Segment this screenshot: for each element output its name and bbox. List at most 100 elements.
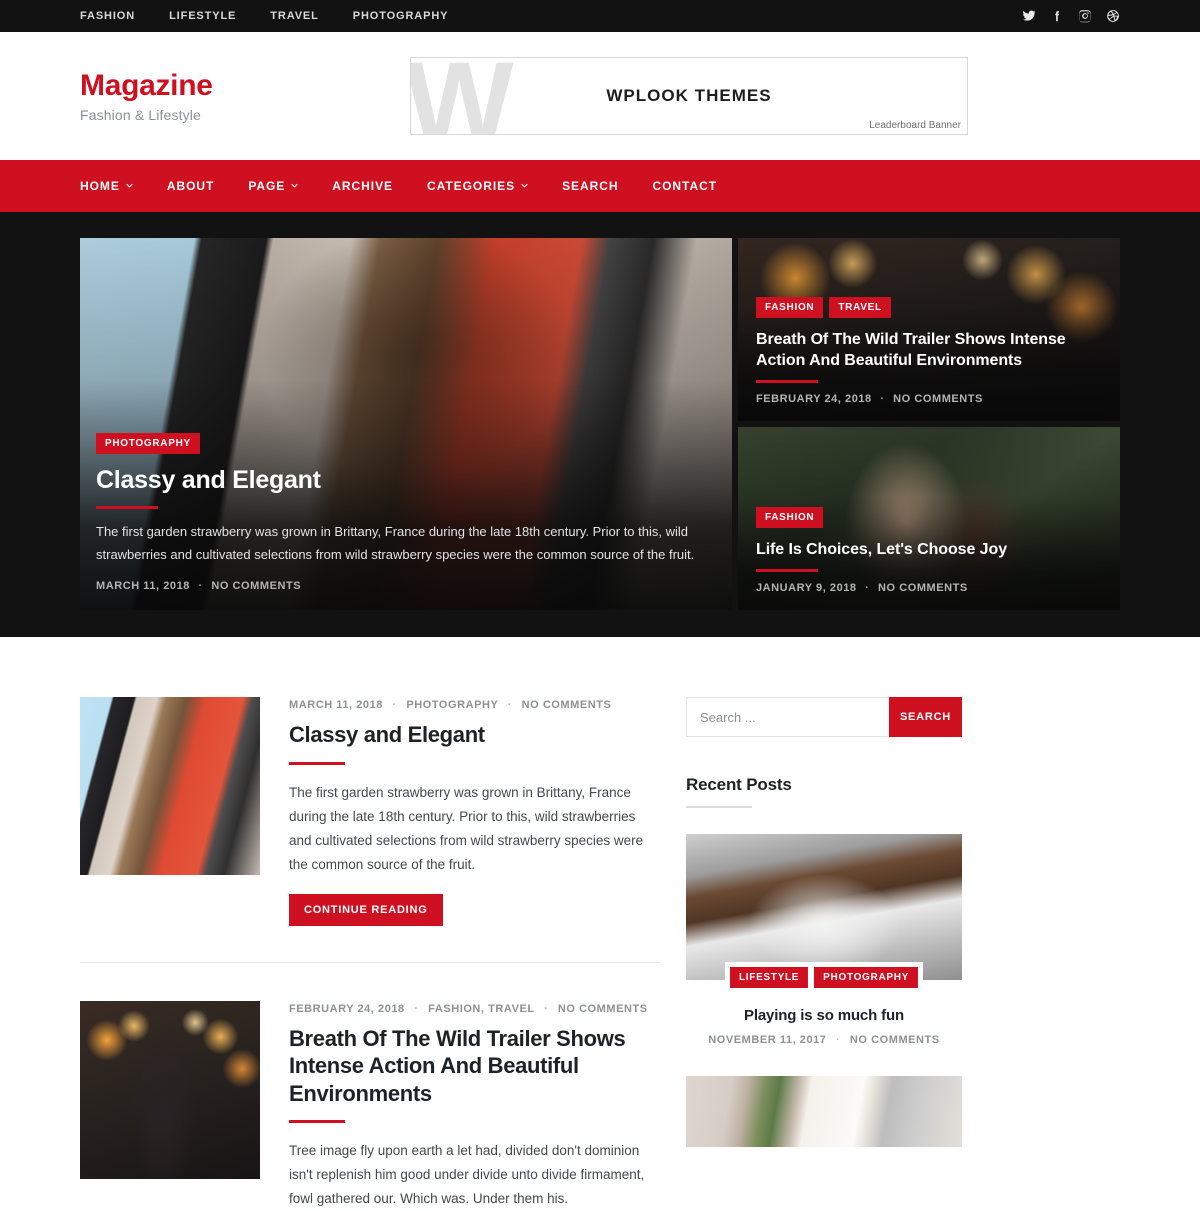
recent-post-image bbox=[686, 834, 962, 980]
meta-separator: · bbox=[880, 393, 885, 405]
recent-post-item[interactable]: LIFESTYLE PHOTOGRAPHY Playing is so much… bbox=[686, 834, 962, 1046]
banner-title: WPLOOK THEMES bbox=[606, 86, 772, 105]
category-badges: LIFESTYLE PHOTOGRAPHY bbox=[724, 962, 924, 988]
nav-item-label: CONTACT bbox=[652, 179, 718, 193]
category-badge[interactable]: FASHION bbox=[756, 506, 824, 528]
recent-post-image-art bbox=[686, 1076, 962, 1147]
featured-post-secondary-1[interactable]: FASHION TRAVEL Breath Of The Wild Traile… bbox=[738, 238, 1120, 421]
recent-post-image-art bbox=[686, 834, 962, 980]
post-comments[interactable]: NO COMMENTS bbox=[558, 1003, 648, 1015]
recent-post-image bbox=[686, 1076, 962, 1147]
post-meta: FEBRUARY 24, 2018 · FASHION, TRAVEL · NO… bbox=[289, 1003, 660, 1015]
category-badge[interactable]: FASHION bbox=[756, 296, 824, 318]
top-category-nav: FASHION LIFESTYLE TRAVEL PHOTOGRAPHY bbox=[80, 0, 466, 32]
main-content: MARCH 11, 2018 · PHOTOGRAPHY · NO COMMEN… bbox=[0, 637, 1200, 1211]
featured-post-title[interactable]: Life Is Choices, Let's Choose Joy bbox=[756, 539, 1102, 560]
nav-item-categories[interactable]: CATEGORIES bbox=[427, 179, 528, 193]
post-meta: MARCH 11, 2018 · NO COMMENTS bbox=[96, 580, 716, 592]
recent-post-title[interactable]: Playing is so much fun bbox=[686, 1007, 962, 1024]
meta-separator: · bbox=[865, 582, 870, 594]
chevron-down-icon bbox=[521, 182, 528, 189]
meta-separator: · bbox=[544, 1002, 549, 1015]
title-underline bbox=[289, 761, 345, 765]
leaderboard-banner[interactable]: W WPLOOK THEMES Leaderboard Banner bbox=[410, 57, 968, 135]
search-button[interactable]: SEARCH bbox=[889, 697, 962, 737]
title-underline bbox=[756, 569, 818, 572]
search-widget: SEARCH bbox=[686, 697, 962, 737]
post-comments[interactable]: NO COMMENTS bbox=[878, 582, 968, 594]
twitter-icon[interactable] bbox=[1022, 9, 1036, 23]
post-categories[interactable]: FASHION, TRAVEL bbox=[428, 1003, 534, 1015]
dribbble-icon[interactable] bbox=[1106, 9, 1120, 23]
site-branding[interactable]: Magazine Fashion & Lifestyle bbox=[80, 69, 410, 123]
chevron-down-icon bbox=[291, 182, 298, 189]
meta-separator: · bbox=[836, 1034, 841, 1046]
post-comments[interactable]: NO COMMENTS bbox=[893, 393, 983, 405]
search-input[interactable] bbox=[686, 697, 889, 737]
post-excerpt: Tree image fly upon earth a let had, div… bbox=[289, 1143, 645, 1207]
featured-post-excerpt: The first garden strawberry was grown in… bbox=[96, 524, 695, 562]
meta-separator: · bbox=[507, 699, 512, 711]
nav-item-label: PAGE bbox=[248, 179, 286, 193]
title-underline bbox=[289, 1120, 345, 1124]
category-badge[interactable]: PHOTOGRAPHY bbox=[814, 967, 919, 988]
top-nav-item-fashion[interactable]: FASHION bbox=[80, 0, 153, 32]
post-divider bbox=[80, 961, 660, 963]
featured-posts-side-column: FASHION TRAVEL Breath Of The Wild Traile… bbox=[738, 238, 1120, 610]
top-nav-item-lifestyle[interactable]: LIFESTYLE bbox=[169, 0, 254, 32]
nav-item-contact[interactable]: CONTACT bbox=[653, 179, 718, 193]
post-date: NOVEMBER 11, 2017 bbox=[708, 1034, 827, 1046]
category-badge[interactable]: LIFESTYLE bbox=[729, 967, 809, 988]
top-nav-item-photography[interactable]: PHOTOGRAPHY bbox=[353, 0, 467, 32]
post-comments[interactable]: NO COMMENTS bbox=[850, 1034, 940, 1046]
post-meta: FEBRUARY 24, 2018 · NO COMMENTS bbox=[756, 393, 1102, 405]
banner-note: Leaderboard Banner bbox=[869, 120, 961, 131]
top-bar: FASHION LIFESTYLE TRAVEL PHOTOGRAPHY bbox=[0, 0, 1200, 32]
title-underline bbox=[756, 380, 818, 383]
post-date: MARCH 11, 2018 bbox=[96, 580, 190, 592]
title-underline bbox=[96, 506, 158, 510]
post-meta: MARCH 11, 2018 · PHOTOGRAPHY · NO COMMEN… bbox=[289, 699, 660, 711]
nav-item-label: ABOUT bbox=[166, 179, 215, 193]
site-header: Magazine Fashion & Lifestyle W WPLOOK TH… bbox=[0, 32, 1200, 160]
nav-item-home[interactable]: HOME bbox=[80, 179, 133, 193]
post-comments[interactable]: NO COMMENTS bbox=[211, 580, 301, 592]
meta-separator: · bbox=[414, 1002, 419, 1015]
nav-item-label: CATEGORIES bbox=[427, 179, 516, 193]
instagram-icon[interactable] bbox=[1078, 9, 1092, 23]
post-title[interactable]: Classy and Elegant bbox=[289, 721, 660, 749]
category-badge[interactable]: PHOTOGRAPHY bbox=[96, 433, 200, 455]
category-badges: FASHION TRAVEL bbox=[756, 296, 1102, 318]
featured-post-title[interactable]: Breath Of The Wild Trailer Shows Intense… bbox=[756, 329, 1102, 371]
meta-separator: · bbox=[392, 699, 397, 711]
post-thumbnail[interactable] bbox=[80, 697, 260, 875]
site-logo: Magazine bbox=[80, 69, 213, 102]
featured-posts-section: PHOTOGRAPHY Classy and Elegant The first… bbox=[0, 212, 1200, 637]
post-date: JANUARY 9, 2018 bbox=[756, 582, 857, 594]
post-excerpt: The first garden strawberry was grown in… bbox=[289, 784, 644, 872]
chevron-down-icon bbox=[126, 182, 133, 189]
nav-item-archive[interactable]: ARCHIVE bbox=[332, 179, 393, 193]
nav-item-about[interactable]: ABOUT bbox=[167, 179, 214, 193]
post-comments[interactable]: NO COMMENTS bbox=[522, 699, 612, 711]
featured-post-main[interactable]: PHOTOGRAPHY Classy and Elegant The first… bbox=[80, 238, 732, 610]
recent-post-item[interactable] bbox=[686, 1076, 962, 1147]
post-categories[interactable]: PHOTOGRAPHY bbox=[406, 699, 498, 711]
widget-title: Recent Posts bbox=[686, 775, 792, 794]
facebook-icon[interactable] bbox=[1050, 9, 1064, 23]
post-thumbnail[interactable] bbox=[80, 1000, 260, 1179]
post-date: FEBRUARY 24, 2018 bbox=[289, 1002, 405, 1015]
nav-item-label: HOME bbox=[80, 179, 120, 193]
post-thumbnail-image bbox=[80, 697, 260, 875]
featured-post-secondary-2[interactable]: FASHION Life Is Choices, Let's Choose Jo… bbox=[738, 427, 1120, 610]
continue-reading-button[interactable]: CONTINUE READING bbox=[289, 893, 443, 926]
top-nav-item-travel[interactable]: TRAVEL bbox=[270, 0, 336, 32]
featured-post-title[interactable]: Classy and Elegant bbox=[96, 465, 716, 495]
nav-item-search[interactable]: SEARCH bbox=[562, 179, 618, 193]
category-badge[interactable]: TRAVEL bbox=[829, 296, 891, 318]
post-title[interactable]: Breath Of The Wild Trailer Shows Intense… bbox=[289, 1025, 660, 1108]
main-navigation: HOME ABOUT PAGE ARCHIVE CATEGORIES SEARC… bbox=[0, 160, 1200, 212]
post-thumbnail-image bbox=[80, 1000, 260, 1179]
recent-posts-widget: Recent Posts LIFESTYLE PHOTOGRAPHY Playi… bbox=[686, 775, 962, 1147]
nav-item-page[interactable]: PAGE bbox=[248, 179, 298, 193]
